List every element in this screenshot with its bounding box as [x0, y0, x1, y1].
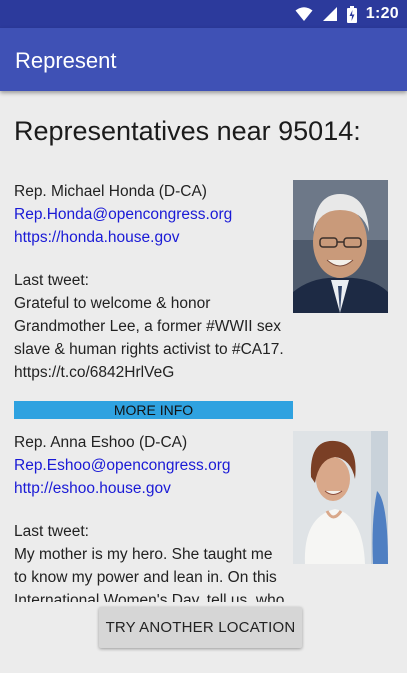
tweet-line: https://t.co/6842HrlVeG: [14, 364, 175, 381]
representative-name: Rep. Anna Eshoo (D-CA): [14, 434, 188, 451]
representative-email-link[interactable]: Rep.Eshoo@opencongress.org: [14, 454, 294, 477]
status-time: 1:20: [365, 5, 399, 22]
tweet-line: slave & human rights activist to #CA17.: [14, 341, 284, 358]
tweet-line: International Women's Day, tell us, who: [14, 592, 285, 602]
tweet-line: to know my power and lean in. On this: [14, 569, 277, 586]
more-info-button[interactable]: MORE INFO: [14, 401, 293, 419]
battery-charging-icon: [346, 5, 357, 23]
status-icons: 1:20: [295, 3, 399, 25]
tweet-line: Grateful to welcome & honor: [14, 295, 211, 312]
app-title: Represent: [15, 48, 117, 73]
tweet-line: Grandmother Lee, a former #WWII sex: [14, 318, 282, 335]
cell-signal-icon: [322, 7, 337, 21]
representative-website-link[interactable]: http://eshoo.house.gov: [14, 477, 294, 500]
try-another-location-button[interactable]: TRY ANOTHER LOCATION: [99, 607, 302, 648]
representative-info: Rep. Michael Honda (D-CA) Rep.Honda@open…: [14, 180, 294, 384]
representative-photo: [293, 431, 388, 564]
representatives-list[interactable]: Representatives near 95014: Rep. Michael…: [0, 91, 407, 602]
representative-info: Rep. Anna Eshoo (D-CA) Rep.Eshoo@opencon…: [14, 431, 294, 602]
tweet-line: My mother is my hero. She taught me: [14, 546, 273, 563]
status-bar: 1:20: [0, 0, 407, 28]
last-tweet-label: Last tweet:: [14, 272, 89, 289]
representative-photo: [293, 180, 388, 313]
representative-website-link[interactable]: https://honda.house.gov: [14, 226, 294, 249]
wifi-icon: [295, 7, 313, 21]
last-tweet-label: Last tweet:: [14, 523, 89, 540]
app-bar: Represent: [0, 28, 407, 91]
page-heading: Representatives near 95014:: [14, 116, 361, 146]
representative-name: Rep. Michael Honda (D-CA): [14, 183, 207, 200]
representative-email-link[interactable]: Rep.Honda@opencongress.org: [14, 203, 294, 226]
